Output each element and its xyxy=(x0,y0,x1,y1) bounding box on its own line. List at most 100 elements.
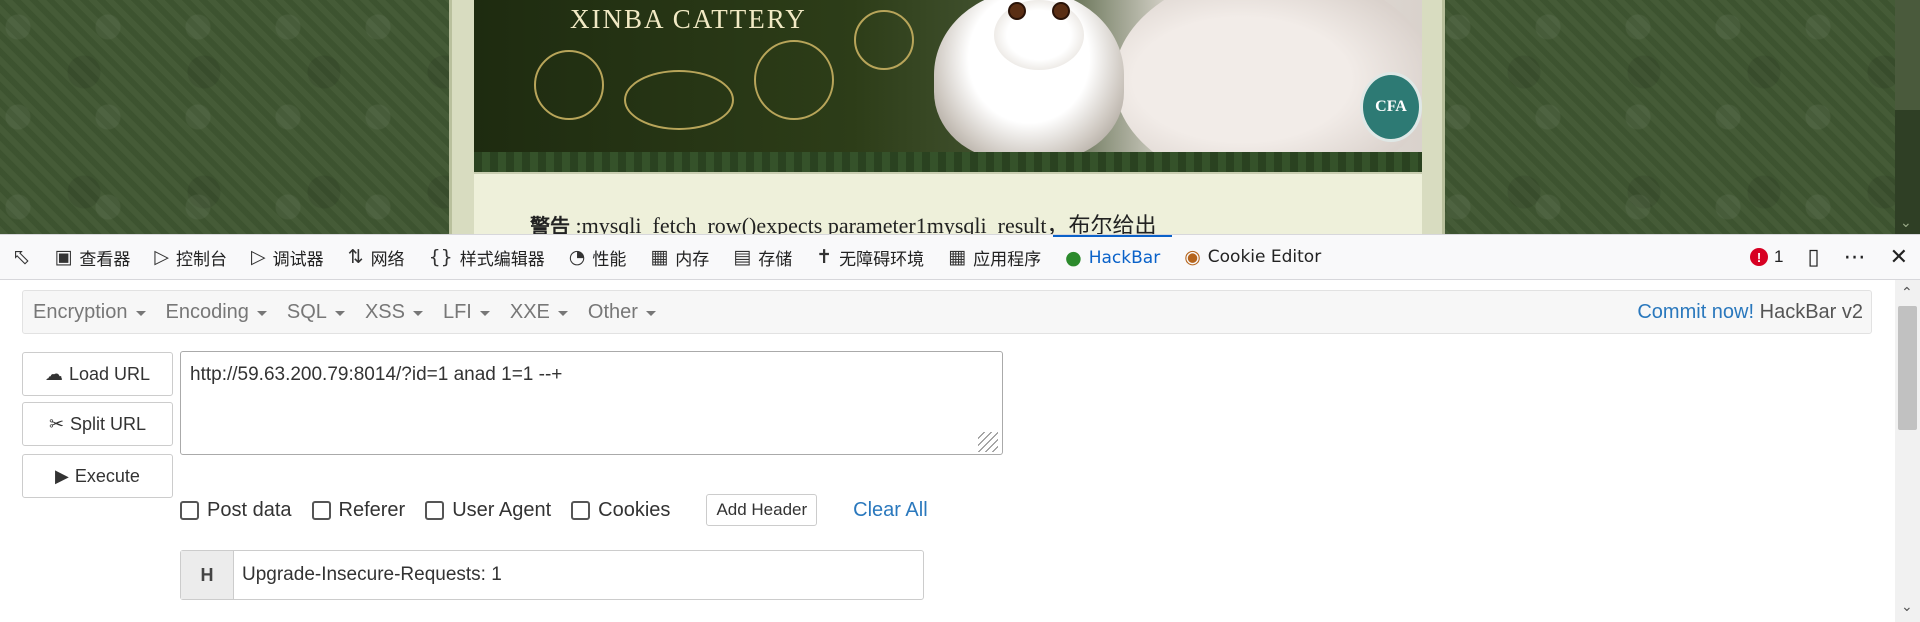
cattery-banner: XINBA CATTERY CFA xyxy=(474,0,1422,152)
tab-label: 网络 xyxy=(370,249,405,270)
error-icon: ! xyxy=(1749,248,1768,266)
cloud-download-icon: ☁ xyxy=(44,363,63,384)
checkbox-box[interactable] xyxy=(180,500,199,520)
menu-sql[interactable]: SQL xyxy=(277,301,355,324)
performance-icon: ◔ xyxy=(568,246,586,268)
content-area: 警告 :mysqli_fetch_row()expects parameter1… xyxy=(474,172,1422,234)
header-row: H Upgrade-Insecure-Requests: 1 xyxy=(180,550,924,600)
tab-inspector[interactable]: ▣ 查看器 xyxy=(42,235,142,279)
checkbox-label: Post data xyxy=(207,498,292,521)
hackbar-scrollbar[interactable]: ⌃ ⌄ xyxy=(1895,280,1920,622)
tab-label: 内存 xyxy=(675,249,710,270)
caret-down-icon xyxy=(412,310,423,316)
tab-performance[interactable]: ◔ 性能 xyxy=(557,235,639,279)
error-count-badge[interactable]: ! 1 xyxy=(1749,247,1783,267)
ornament-swirl xyxy=(624,70,734,130)
menu-other[interactable]: Other xyxy=(578,301,666,324)
execute-button[interactable]: ▶ Execute xyxy=(22,454,173,498)
hackbar-version-info: Commit now! HackBar v2 xyxy=(1637,301,1871,324)
tab-label: 应用程序 xyxy=(973,249,1042,270)
play-circle-icon: ▶ xyxy=(55,465,69,486)
ornament-swirl xyxy=(534,50,604,120)
tab-label: 样式编辑器 xyxy=(459,249,545,270)
chevron-down-icon[interactable]: ⌄ xyxy=(1900,214,1912,231)
checkbox-box[interactable] xyxy=(571,500,591,520)
tab-label: 性能 xyxy=(592,249,627,270)
hackbar-icon: ● xyxy=(1065,247,1082,269)
menu-xss[interactable]: XSS xyxy=(355,301,433,324)
tab-label: HackBar xyxy=(1088,248,1161,268)
tab-storage[interactable]: ▤ 存储 xyxy=(721,235,804,279)
tab-style-editor[interactable]: {} 样式编辑器 xyxy=(417,235,557,279)
menu-encoding[interactable]: Encoding xyxy=(156,301,277,324)
clear-all-link[interactable]: Clear All xyxy=(853,499,927,522)
cat-eye xyxy=(1008,2,1026,20)
checkbox-label: Cookies xyxy=(598,498,671,521)
page-frame: XINBA CATTERY CFA 警告 :mysqli_fetch_row()… xyxy=(449,0,1445,234)
button-label: Execute xyxy=(74,465,140,486)
php-warning: 警告 :mysqli_fetch_row()expects parameter1… xyxy=(530,208,1157,234)
user-agent-checkbox[interactable]: User Agent xyxy=(425,499,551,522)
scrollbar-thumb[interactable] xyxy=(1898,306,1917,430)
tab-network[interactable]: ⇅ 网络 xyxy=(336,235,417,279)
network-icon: ⇅ xyxy=(347,246,364,268)
console-icon: ▷ xyxy=(154,246,170,268)
tab-cookie-editor[interactable]: ◉ Cookie Editor xyxy=(1172,235,1333,279)
tab-accessibility[interactable]: ✝ 无障碍环境 xyxy=(804,235,936,279)
add-header-button[interactable]: Add Header xyxy=(706,494,818,526)
menu-label: Encoding xyxy=(165,300,249,323)
tab-application[interactable]: ▦ 应用程序 xyxy=(936,235,1053,279)
menu-xxe[interactable]: XXE xyxy=(500,301,578,324)
tab-label: 调试器 xyxy=(272,249,324,270)
caret-down-icon xyxy=(135,310,146,316)
cookies-checkbox[interactable]: Cookies xyxy=(571,499,670,522)
page-scrollbar[interactable]: ⌄ xyxy=(1895,0,1920,234)
warning-label: 警告 xyxy=(530,214,570,234)
split-url-button[interactable]: ✂ Split URL xyxy=(22,402,173,446)
banner-title: XINBA CATTERY xyxy=(570,4,807,34)
devtools-right-controls: ! 1 ▯ ⋯ ✕ xyxy=(1749,244,1920,270)
page-viewport: XINBA CATTERY CFA 警告 :mysqli_fetch_row()… xyxy=(0,0,1920,234)
load-url-button[interactable]: ☁ Load URL xyxy=(22,352,173,396)
checkbox-box[interactable] xyxy=(425,500,445,520)
menu-label: LFI xyxy=(442,300,472,323)
accessibility-icon: ✝ xyxy=(816,246,833,268)
checkbox-box[interactable] xyxy=(311,500,331,520)
responsive-design-icon[interactable]: ▯ xyxy=(1807,244,1819,270)
menu-lfi[interactable]: LFI xyxy=(433,301,500,324)
commit-now-link[interactable]: Commit now! xyxy=(1637,301,1754,323)
hackbar-menu-bar: Encryption Encoding SQL XSS LFI XXE Othe… xyxy=(22,290,1872,334)
tab-console[interactable]: ▷ 控制台 xyxy=(142,235,239,279)
storage-icon: ▤ xyxy=(733,246,752,268)
menu-label: Encryption xyxy=(33,300,128,323)
cookie-icon: ◉ xyxy=(1184,246,1201,268)
page-scrollbar-thumb[interactable] xyxy=(1895,0,1920,110)
chevron-down-icon[interactable]: ⌄ xyxy=(1901,598,1913,615)
caret-down-icon xyxy=(557,310,568,316)
caret-down-icon xyxy=(645,310,656,316)
tab-hackbar[interactable]: ● HackBar xyxy=(1053,235,1173,279)
tab-memory[interactable]: ▦ 内存 xyxy=(638,235,721,279)
menu-encryption[interactable]: Encryption xyxy=(23,301,156,324)
tab-label: 控制台 xyxy=(176,249,228,270)
more-options-icon[interactable]: ⋯ xyxy=(1844,244,1866,270)
element-picker-icon[interactable]: ⬁ xyxy=(0,245,42,270)
caret-down-icon xyxy=(479,310,490,316)
url-input[interactable]: http://59.63.200.79:8014/?id=1 anad 1=1 … xyxy=(180,351,1003,455)
caret-down-icon xyxy=(334,310,345,316)
header-value-input[interactable]: Upgrade-Insecure-Requests: 1 xyxy=(234,551,923,599)
referer-checkbox[interactable]: Referer xyxy=(311,499,405,522)
menu-label: Other xyxy=(587,300,638,323)
application-icon: ▦ xyxy=(948,246,967,268)
post-data-checkbox[interactable]: Post data xyxy=(180,499,292,522)
chevron-up-icon[interactable]: ⌃ xyxy=(1901,284,1913,301)
warning-message: :mysqli_fetch_row()expects parameter1mys… xyxy=(575,213,1157,234)
debugger-icon: ▷ xyxy=(251,246,266,268)
button-label: Load URL xyxy=(68,363,151,384)
style-editor-icon: {} xyxy=(428,246,453,268)
resize-handle-icon[interactable] xyxy=(978,432,998,452)
close-icon[interactable]: ✕ xyxy=(1890,244,1908,270)
tab-label: 无障碍环境 xyxy=(839,249,925,270)
tab-debugger[interactable]: ▷ 调试器 xyxy=(239,235,336,279)
menu-label: SQL xyxy=(286,300,327,323)
